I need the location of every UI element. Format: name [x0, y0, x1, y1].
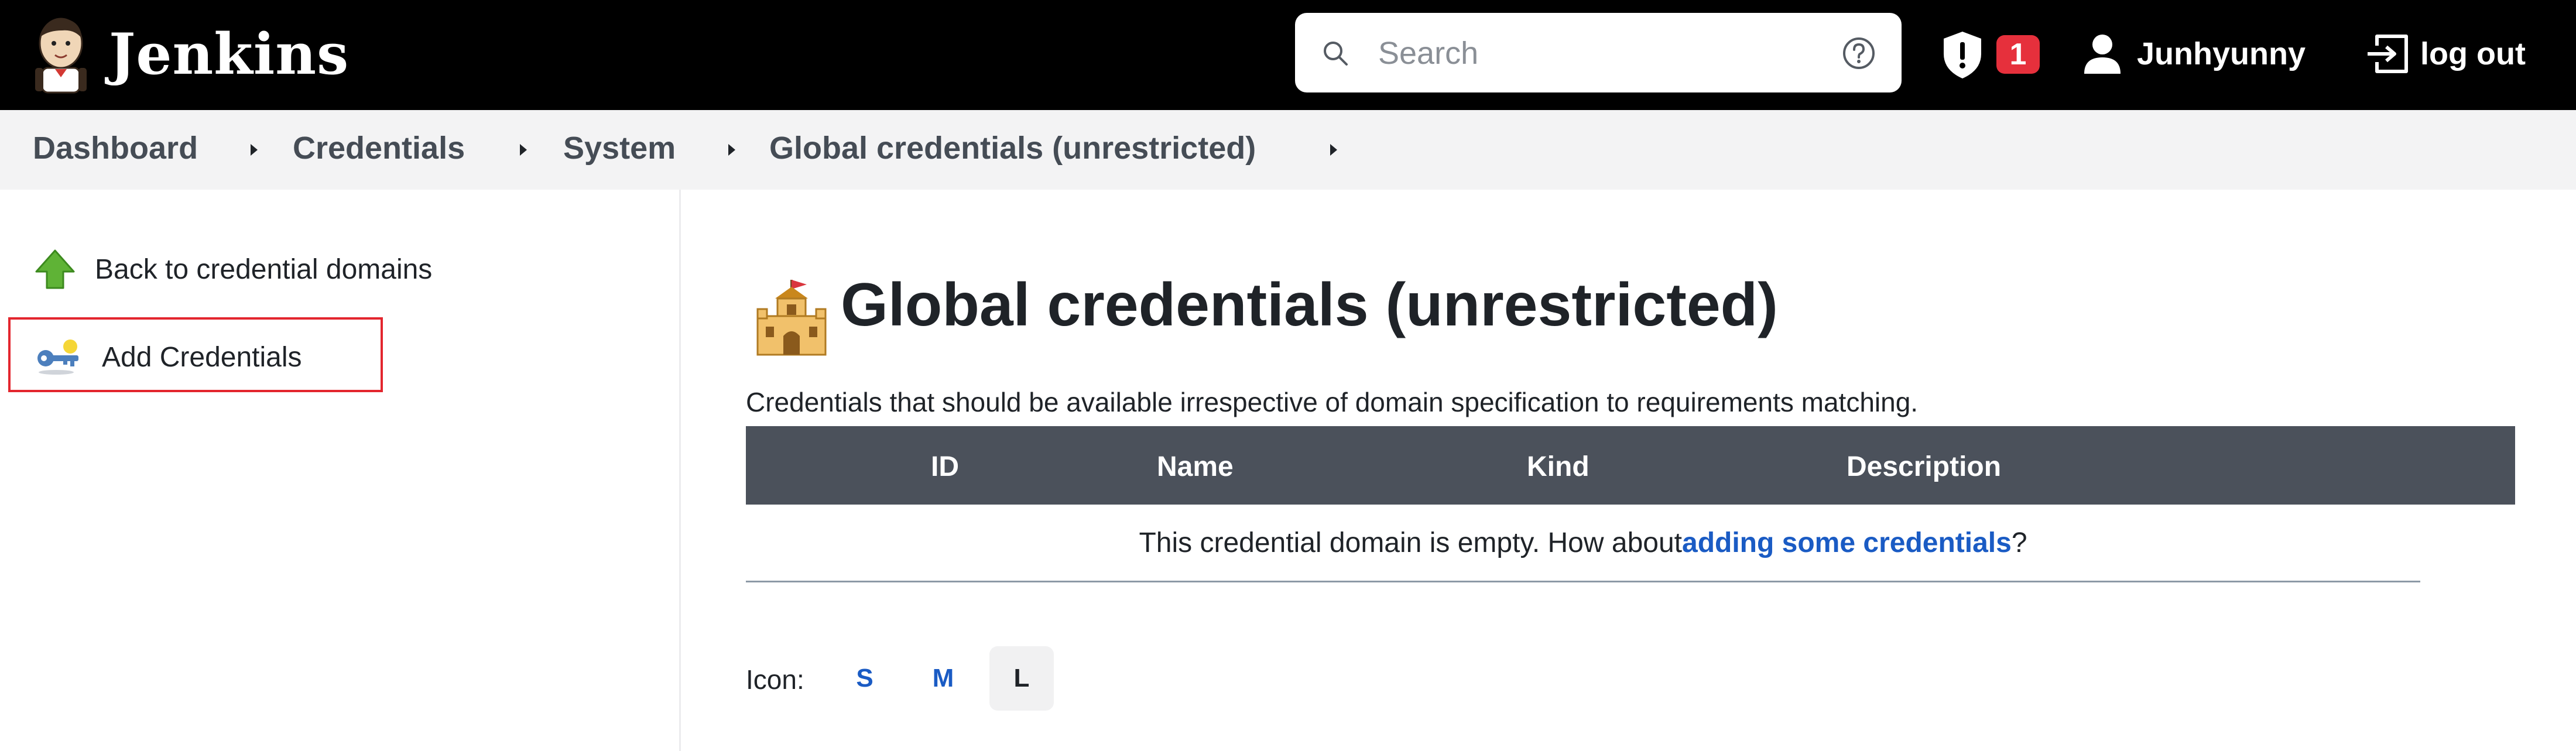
credentials-table-header: ID Name Kind Description — [746, 426, 2515, 505]
breadcrumb-caret-icon[interactable] — [726, 140, 739, 159]
breadcrumb-caret-icon[interactable] — [1328, 140, 1341, 159]
icon-size-medium-button[interactable]: M — [911, 646, 975, 711]
search-icon — [1324, 42, 1348, 66]
empty-message-text: This credential domain is empty. How abo… — [1139, 527, 1682, 558]
column-header-id[interactable]: ID — [931, 451, 959, 483]
search-box[interactable] — [1295, 13, 1902, 92]
breadcrumb: Dashboard Credentials System Global cred… — [0, 110, 2576, 190]
icon-size-large-button[interactable]: L — [989, 646, 1054, 711]
security-shield-icon[interactable] — [1941, 30, 1984, 80]
top-header: Jenkins 1 Junhyunny log out — [0, 0, 2576, 110]
breadcrumb-global-credentials[interactable]: Global credentials (unrestricted) — [769, 130, 1256, 166]
empty-message-suffix: ? — [2011, 527, 2027, 558]
column-header-description[interactable]: Description — [1847, 451, 2001, 483]
highlight-box — [8, 317, 383, 392]
breadcrumb-credentials[interactable]: Credentials — [293, 130, 465, 166]
green-up-arrow-icon — [35, 249, 75, 289]
user-menu[interactable]: Junhyunny — [2082, 23, 2306, 84]
icon-size-small-button[interactable]: S — [833, 646, 897, 711]
search-input[interactable] — [1377, 30, 1848, 76]
logout-label: log out — [2420, 36, 2526, 71]
help-icon[interactable] — [1842, 36, 1876, 70]
breadcrumb-caret-icon[interactable] — [518, 140, 530, 159]
page-description: Credentials that should be available irr… — [746, 387, 1919, 417]
jenkins-home-link[interactable]: Jenkins — [29, 13, 349, 95]
adding-credentials-link[interactable]: adding some credentials — [1682, 527, 2012, 559]
username-label: Junhyunny — [2137, 36, 2306, 71]
sidebar-divider — [679, 190, 681, 751]
column-header-name[interactable]: Name — [1157, 451, 1234, 483]
breadcrumb-system[interactable]: System — [563, 130, 676, 166]
sidebar-item-label: Back to credential domains — [95, 253, 433, 285]
page-title: Global credentials (unrestricted) — [841, 271, 1778, 339]
jenkins-butler-logo-icon — [35, 18, 87, 94]
column-header-kind[interactable]: Kind — [1527, 451, 1590, 483]
app-title: Jenkins — [109, 20, 350, 87]
empty-table-message: This credential domain is empty. How abo… — [746, 505, 2420, 582]
sidebar-item-back-to-domains[interactable]: Back to credential domains — [34, 240, 432, 299]
breadcrumb-dashboard[interactable]: Dashboard — [33, 130, 198, 166]
castle-icon — [756, 280, 827, 356]
logout-icon — [2368, 35, 2408, 73]
user-icon — [2084, 35, 2121, 74]
breadcrumb-caret-icon[interactable] — [248, 140, 261, 159]
security-alert-badge[interactable]: 1 — [1996, 35, 2040, 74]
icon-size-label: Icon: — [746, 664, 804, 695]
logout-button[interactable]: log out — [2365, 23, 2526, 84]
